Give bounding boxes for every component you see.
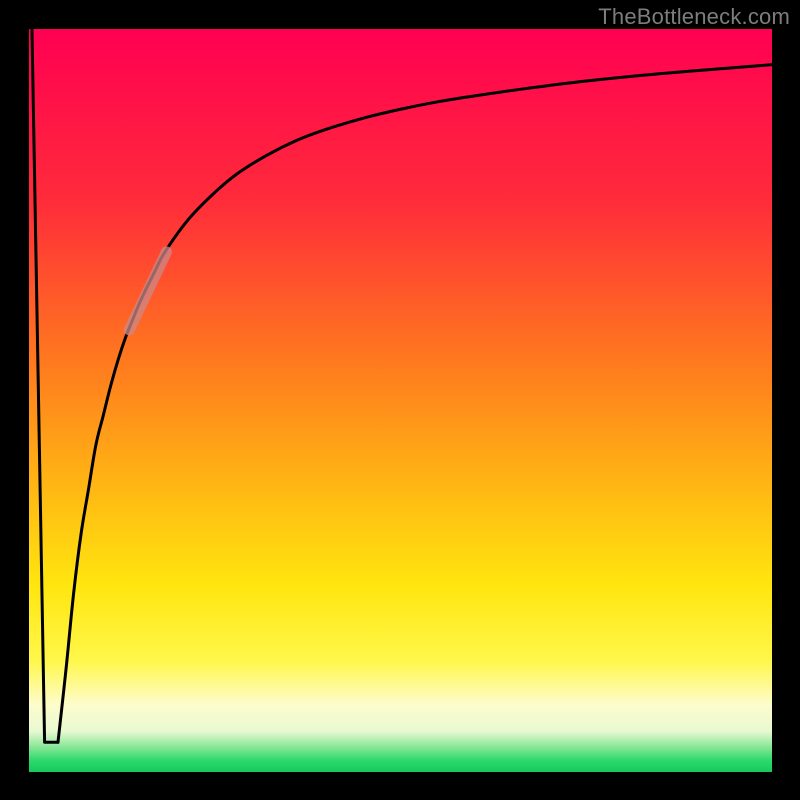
attribution-label: TheBottleneck.com (598, 4, 790, 30)
chart-plot (29, 29, 772, 772)
chart-frame: TheBottleneck.com (0, 0, 800, 800)
gradient-background (29, 29, 772, 772)
